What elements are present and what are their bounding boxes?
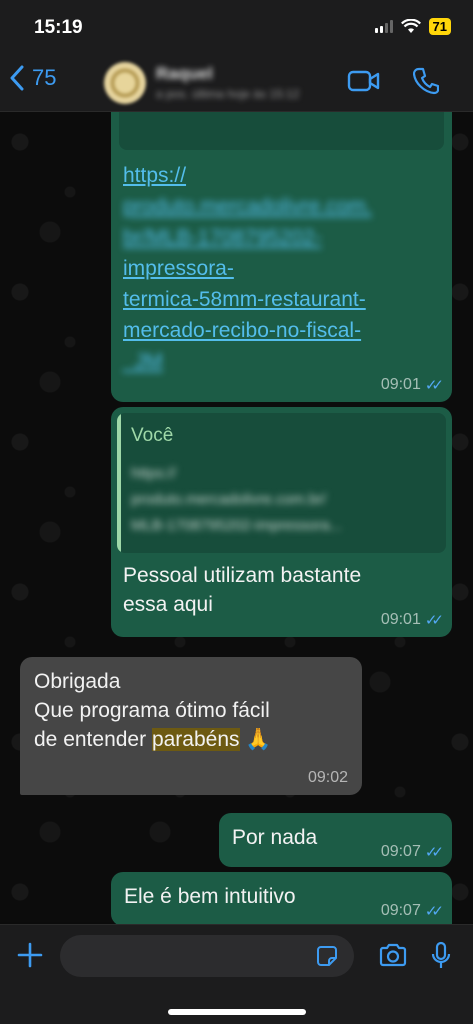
message-time: 09:02 (307, 769, 348, 786)
double-check-icon: ✓✓ (424, 844, 444, 861)
link-preview[interactable] (119, 112, 444, 150)
quote-line: produto.mercadolivre.com.br/ (131, 491, 327, 508)
chat-header: 75 Raquel a pos. última hoje às 15:12 (0, 54, 473, 112)
highlighted-word: parabéns (151, 728, 240, 751)
text-line: essa aqui (123, 593, 213, 616)
unread-count: 75 (32, 65, 57, 90)
message-input[interactable] (60, 935, 354, 977)
message-bubble-outgoing[interactable]: Ele é bem intuitivo 09:07 ✓✓ (111, 872, 452, 926)
back-button[interactable]: 75 (10, 65, 56, 91)
message-bubble-reply[interactable]: Você https:// produto.mercadolivre.com.b… (111, 407, 452, 637)
text-prefix: de entender (34, 728, 152, 751)
input-bar (0, 924, 473, 1024)
link-line[interactable]: produto.mercadolivre.com. (123, 191, 372, 222)
status-bar: 15:19 71 (0, 0, 473, 54)
message-bubble-link[interactable]: https:// produto.mercadolivre.com. br/ML… (111, 112, 452, 402)
message-bubble-incoming[interactable]: Obrigada Que programa ótimo fácil de ent… (20, 657, 362, 795)
message-text: Ele é bem intuitivo (124, 885, 296, 908)
double-check-icon: ✓✓ (424, 612, 444, 629)
message-time: 09:07 (380, 902, 421, 919)
camera-button[interactable] (378, 943, 408, 972)
message-meta: 09:01 ✓✓ (380, 376, 444, 394)
link-line[interactable]: _JM (123, 346, 372, 377)
video-call-button[interactable] (347, 69, 381, 98)
sticker-button[interactable] (316, 945, 338, 972)
attach-button[interactable] (16, 941, 44, 975)
plus-icon (17, 942, 43, 968)
message-bubble-outgoing[interactable]: Por nada 09:07 ✓✓ (219, 813, 452, 867)
text-line: Pessoal utilizam bastante (123, 564, 362, 587)
video-camera-icon (347, 70, 380, 92)
quote-line: MLB-1708795202-impressora... (131, 517, 342, 534)
microphone-button[interactable] (431, 941, 451, 976)
sticker-icon (317, 946, 337, 966)
text-line: Que programa ótimo fácil (34, 699, 270, 722)
link-line[interactable]: termica-58mm-restaurant- (123, 284, 372, 315)
battery-level: 71 (428, 18, 451, 35)
quoted-message[interactable]: Você https:// produto.mercadolivre.com.b… (117, 413, 446, 553)
message-text: Por nada (232, 826, 318, 849)
text-line: de entender parabéns 🙏 (34, 725, 272, 754)
text-line: Obrigada (34, 670, 121, 693)
link-line[interactable]: impressora- (123, 253, 372, 284)
message-text: Obrigada Que programa ótimo fácil de ent… (34, 667, 272, 754)
status-icons: 71 (374, 18, 451, 35)
wifi-icon (400, 19, 421, 33)
message-time: 09:01 (380, 611, 421, 628)
contact-status: a pos. última hoje às 15:12 (156, 87, 300, 101)
phone-icon (412, 67, 440, 95)
quote-author: Você (131, 425, 174, 446)
link-text[interactable]: https:// produto.mercadolivre.com. br/ML… (123, 160, 372, 377)
double-check-icon: ✓✓ (424, 377, 444, 394)
message-meta: 09:07 ✓✓ (380, 902, 444, 920)
voice-call-button[interactable] (412, 67, 440, 100)
chevron-left-icon (10, 65, 24, 91)
link-line[interactable]: https:// (123, 160, 372, 191)
link-line[interactable]: br/MLB-1708795202- (123, 222, 372, 253)
quote-line: https:// (131, 465, 177, 482)
microphone-icon (431, 941, 451, 968)
praying-hands-emoji: 🙏 (245, 728, 272, 751)
contact-name[interactable]: Raquel (156, 64, 213, 84)
camera-icon (379, 943, 407, 967)
link-line[interactable]: mercado-recibo-no-fiscal- (123, 315, 372, 346)
message-meta: 09:01 ✓✓ (380, 611, 444, 629)
signal-icon (374, 20, 393, 33)
avatar[interactable] (104, 62, 146, 104)
message-time: 09:01 (380, 376, 421, 393)
message-meta: 09:07 ✓✓ (380, 843, 444, 861)
home-indicator (168, 1009, 306, 1015)
message-meta: 09:02 (308, 769, 348, 787)
double-check-icon: ✓✓ (424, 903, 444, 920)
status-time: 15:19 (34, 17, 83, 38)
message-text: Pessoal utilizam bastante essa aqui (123, 561, 361, 619)
message-time: 09:07 (380, 843, 421, 860)
quote-text: https:// produto.mercadolivre.com.br/ ML… (131, 461, 342, 539)
quote-bar (117, 413, 121, 553)
